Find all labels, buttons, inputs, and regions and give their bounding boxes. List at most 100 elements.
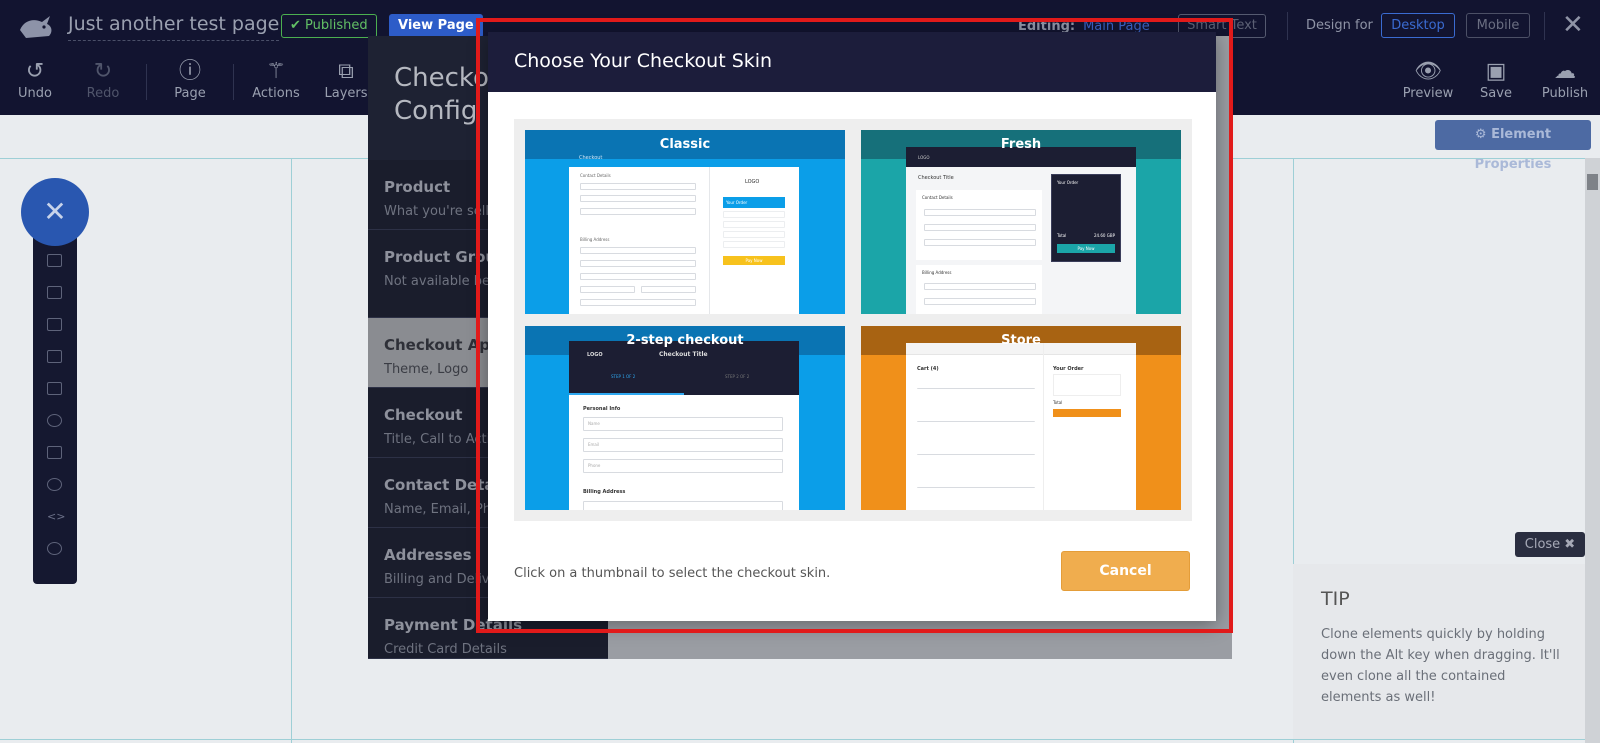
redo-label: Redo xyxy=(86,86,120,101)
preview-field xyxy=(723,241,785,248)
rabbit-logo-icon xyxy=(20,16,52,38)
published-badge: ✔ Published xyxy=(281,14,377,38)
layers-label: Layers xyxy=(324,86,368,101)
code-element-icon[interactable]: <> xyxy=(47,510,65,523)
preview-text: Personal Info xyxy=(583,406,621,412)
skin-name: Fresh xyxy=(1000,137,1042,152)
preview-field xyxy=(924,224,1036,231)
skin-name: Classic xyxy=(659,137,711,152)
preview-field xyxy=(924,239,1036,246)
more-elements-icon[interactable] xyxy=(47,542,62,555)
preview-button[interactable]: 👁 Preview xyxy=(1393,58,1463,101)
preview-field xyxy=(580,208,696,215)
preview-text: Checkout Title xyxy=(918,175,954,181)
preview-field: Email xyxy=(583,438,783,452)
preview-item xyxy=(917,415,1035,422)
redo-button[interactable]: ↻ Redo xyxy=(68,58,138,101)
preview-field xyxy=(924,298,1036,305)
mobile-toggle[interactable]: Mobile xyxy=(1466,13,1530,38)
preview-field xyxy=(580,299,696,306)
config-item-subtitle: Credit Card Details xyxy=(384,642,507,657)
canvas-scrollbar[interactable] xyxy=(1585,158,1600,743)
preview-text: Your Order xyxy=(1057,180,1079,185)
tip-panel: TIP Clone elements quickly by holding do… xyxy=(1293,564,1585,739)
skin-thumbnail-store[interactable]: Cart (4) Your Order Total Store xyxy=(861,326,1181,510)
undo-label: Undo xyxy=(18,86,52,101)
preview-text: Total xyxy=(1057,233,1067,238)
skin-thumbnail-classic[interactable]: Classic Checkout Contact Details Billing… xyxy=(525,130,845,314)
preview-text: Cart (4) xyxy=(917,366,939,372)
layout-guide xyxy=(291,158,292,743)
scrollbar-thumb[interactable] xyxy=(1587,174,1598,190)
timer-element-icon[interactable] xyxy=(47,478,62,491)
desktop-toggle[interactable]: Desktop xyxy=(1381,13,1455,38)
element-toolbox: <> xyxy=(33,232,77,584)
layout-guide xyxy=(0,739,1600,740)
video-element-icon[interactable] xyxy=(47,414,62,427)
preview-field xyxy=(924,209,1036,216)
image-element-icon[interactable] xyxy=(47,318,62,331)
preview-field: Name xyxy=(583,417,783,431)
header-divider xyxy=(1544,12,1545,40)
widget-icon[interactable] xyxy=(47,254,62,267)
preview-text: Contact Details xyxy=(580,173,611,178)
config-item-title: Product xyxy=(384,178,451,196)
close-tip-button[interactable]: Close ✖ xyxy=(1515,532,1585,557)
preview-order-card: Your Order Total 24.60 GBP Pay Now xyxy=(1051,174,1121,262)
undo-button[interactable]: ↺ Undo xyxy=(0,58,70,101)
close-toolbox-button[interactable]: ✕ xyxy=(21,178,89,246)
classic-preview: Checkout Contact Details Billing Address… xyxy=(569,155,799,314)
preview-text: LOGO xyxy=(918,155,930,160)
close-editor-icon[interactable]: ✕ xyxy=(1562,11,1584,39)
skin-thumbnail-2-step-checkout[interactable]: LOGO Checkout Title STEP 1 OF 2 STEP 2 O… xyxy=(525,326,845,510)
save-button[interactable]: ▣ Save xyxy=(1461,58,1531,101)
element-properties-button[interactable]: ⚙ Element Properties xyxy=(1435,120,1591,172)
twostep-preview: Personal Info Name Email Phone Billing A… xyxy=(569,395,799,510)
tip-title: TIP xyxy=(1321,588,1350,610)
preview-text: Contact Details xyxy=(922,195,953,200)
cloud-upload-icon: ☁ xyxy=(1554,59,1576,84)
preview-text: Billing Address xyxy=(922,270,952,275)
actions-button[interactable]: ⚚ Actions xyxy=(241,58,311,101)
preview-field xyxy=(583,501,783,510)
toolbar-divider xyxy=(146,64,147,100)
checkbox-element-icon[interactable] xyxy=(47,350,62,363)
preview-field xyxy=(580,183,696,190)
undo-icon: ↺ xyxy=(25,59,45,84)
text-element-icon[interactable] xyxy=(47,286,62,299)
cancel-button[interactable]: Cancel xyxy=(1061,551,1190,591)
page-title[interactable]: Just another test page xyxy=(68,13,280,41)
preview-text: Total xyxy=(1053,400,1063,405)
preview-field xyxy=(580,195,696,202)
preview-field xyxy=(580,286,635,293)
form-element-icon[interactable] xyxy=(47,446,62,459)
preview-field xyxy=(580,247,696,254)
skin-name: Store xyxy=(1001,333,1041,348)
skin-thumbnail-fresh[interactable]: LOGO Checkout Title Contact Details Bill… xyxy=(861,130,1181,314)
actions-label: Actions xyxy=(252,86,300,101)
preview-text: Checkout Title xyxy=(659,351,708,358)
info-icon: ⓘ xyxy=(178,59,201,84)
box-element-icon[interactable] xyxy=(47,382,62,395)
page-label: Page xyxy=(174,86,206,101)
view-page-button[interactable]: View Page xyxy=(389,14,483,38)
config-item-subtitle: Not available bec xyxy=(384,274,498,289)
eye-icon: 👁 xyxy=(1414,59,1442,84)
preview-text: STEP 1 OF 2 xyxy=(611,374,636,379)
fresh-preview: Checkout Title Contact Details Billing A… xyxy=(906,167,1136,314)
config-item-title: Addresses xyxy=(384,546,472,564)
preview-divider xyxy=(1043,343,1044,510)
preview-text: Your Order xyxy=(1053,366,1084,372)
modal-footer-text: Click on a thumbnail to select the check… xyxy=(514,566,831,581)
preview-field xyxy=(580,273,696,280)
design-for-label: Design for xyxy=(1306,18,1373,33)
modal-header: Choose Your Checkout Skin xyxy=(488,32,1216,92)
preview-item xyxy=(917,382,1035,389)
preview-field xyxy=(723,211,785,218)
publish-button[interactable]: ☁ Publish xyxy=(1530,58,1600,101)
config-item-subtitle: Theme, Logo xyxy=(384,362,469,377)
close-icon: ✕ xyxy=(43,195,67,228)
page-button[interactable]: ⓘ Page xyxy=(155,58,225,101)
preview-text: 24.60 GBP xyxy=(1094,233,1115,238)
magic-wand-icon: ⚚ xyxy=(266,59,286,84)
